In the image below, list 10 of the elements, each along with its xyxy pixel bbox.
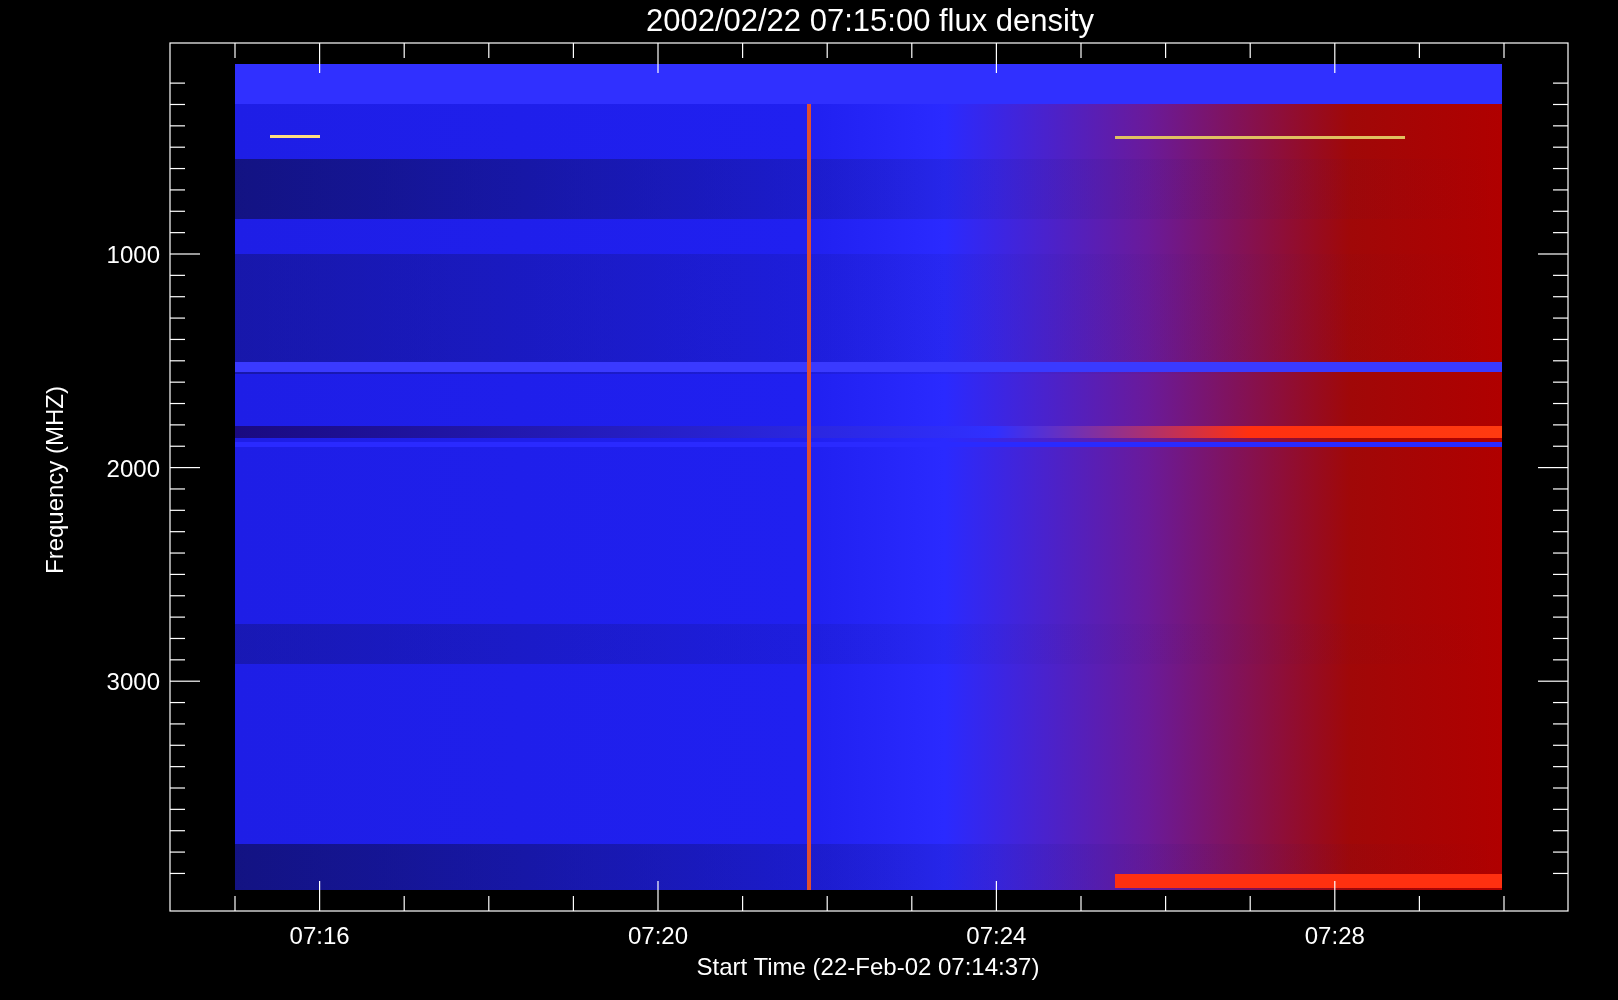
y-tick-label: 3000	[106, 668, 160, 696]
y-tick-label: 2000	[106, 454, 160, 482]
plot-title: 2002/02/22 07:15:00 flux density	[645, 3, 1095, 38]
x-axis-label: Start Time (22-Feb-02 07:14:37)	[696, 953, 1040, 980]
x-tick-label: 07:24	[966, 922, 1027, 949]
x-tick-label: 07:20	[627, 922, 689, 949]
y-tick-label: 1000	[106, 241, 160, 268]
x-tick-label: 07:28	[1304, 922, 1365, 949]
y-axis-label: Frequency (MHZ)	[41, 386, 68, 574]
x-tick-label: 07:16	[289, 922, 350, 949]
